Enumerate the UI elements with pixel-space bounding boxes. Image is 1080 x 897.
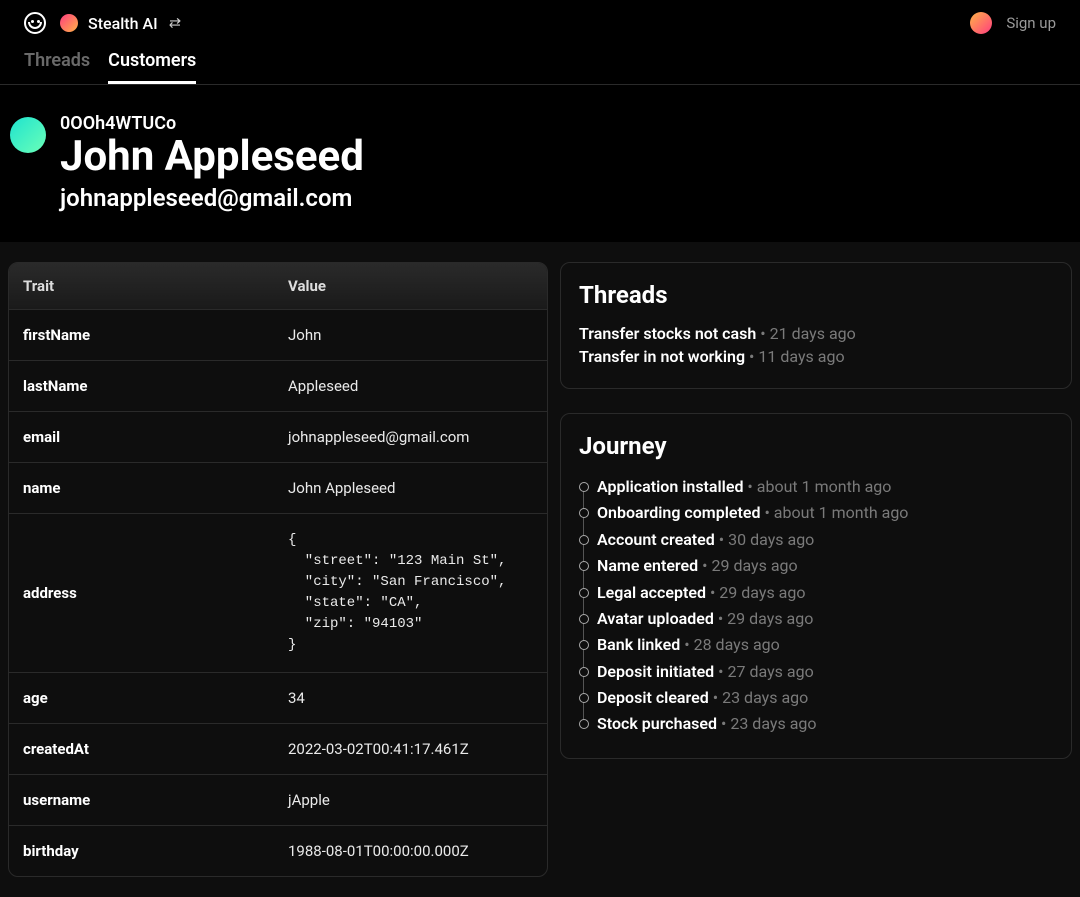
trait-row: createdAt2022-03-02T00:41:17.461Z — [9, 723, 547, 774]
journey-event-title: Account created — [597, 530, 715, 549]
right-column: Threads Transfer stocks not cash • 21 da… — [560, 262, 1072, 877]
trait-value: John — [274, 310, 547, 360]
trait-key: name — [9, 463, 274, 513]
trait-value: 2022-03-02T00:41:17.461Z — [274, 724, 547, 774]
main-section: Trait Value firstNameJohnlastNameApplese… — [0, 242, 1080, 897]
thread-meta: • 11 days ago — [745, 347, 845, 366]
topbar: Stealth AI ⇅ Sign up — [0, 0, 1080, 42]
journey-item: Stock purchased • 23 days ago — [597, 711, 1053, 737]
tab-threads[interactable]: Threads — [24, 50, 90, 84]
trait-key: email — [9, 412, 274, 462]
trait-value: John Appleseed — [274, 463, 547, 513]
threads-card-title: Threads — [579, 281, 1053, 309]
trait-value: jApple — [274, 775, 547, 825]
trait-key: age — [9, 673, 274, 723]
customer-header: 0OOh4WTUCo John Appleseed johnappleseed@… — [0, 85, 1080, 242]
journey-event-meta: • 29 days ago — [698, 556, 798, 575]
updown-arrows-icon: ⇅ — [165, 17, 181, 29]
customer-id: 0OOh4WTUCo — [60, 113, 364, 134]
journey-event-title: Bank linked — [597, 635, 680, 654]
journey-event-title: Name entered — [597, 556, 698, 575]
journey-event-meta: • 28 days ago — [680, 635, 780, 654]
traits-header-row: Trait Value — [9, 263, 547, 309]
journey-item: Account created • 30 days ago — [597, 527, 1053, 553]
journey-event-meta: • 29 days ago — [706, 583, 806, 602]
workspace-name: Stealth AI — [88, 14, 158, 33]
journey-item: Bank linked • 28 days ago — [597, 632, 1053, 658]
signup-link[interactable]: Sign up — [1006, 14, 1056, 32]
thread-title: Transfer stocks not cash — [579, 324, 756, 343]
trait-row: firstNameJohn — [9, 309, 547, 360]
journey-event-meta: • about 1 month ago — [743, 477, 891, 496]
journey-list: Application installed • about 1 month ag… — [579, 474, 1053, 738]
trait-value: 1988-08-01T00:00:00.000Z — [274, 826, 547, 876]
trait-value: Appleseed — [274, 361, 547, 411]
journey-item: Deposit cleared • 23 days ago — [597, 685, 1053, 711]
trait-row: emailjohnappleseed@gmail.com — [9, 411, 547, 462]
journey-card-title: Journey — [579, 432, 1053, 460]
threads-card: Threads Transfer stocks not cash • 21 da… — [560, 262, 1072, 389]
trait-key: firstName — [9, 310, 274, 360]
journey-event-meta: • 27 days ago — [714, 662, 814, 681]
journey-event-title: Legal accepted — [597, 583, 706, 602]
journey-item: Deposit initiated • 27 days ago — [597, 659, 1053, 685]
topbar-right: Sign up — [970, 12, 1056, 34]
traits-header-value: Value — [274, 263, 547, 309]
workspace-dot-icon — [60, 14, 78, 32]
customer-email: johnappleseed@gmail.com — [60, 184, 364, 212]
journey-item: Name entered • 29 days ago — [597, 553, 1053, 579]
thread-item[interactable]: Transfer stocks not cash • 21 days ago — [579, 323, 1053, 345]
trait-key: address — [9, 568, 274, 618]
trait-key: lastName — [9, 361, 274, 411]
trait-row: birthday1988-08-01T00:00:00.000Z — [9, 825, 547, 876]
journey-event-title: Avatar uploaded — [597, 609, 714, 628]
traits-table: Trait Value firstNameJohnlastNameApplese… — [8, 262, 548, 877]
user-avatar-icon[interactable] — [970, 12, 992, 34]
trait-key: createdAt — [9, 724, 274, 774]
journey-item: Application installed • about 1 month ag… — [597, 474, 1053, 500]
journey-event-meta: • about 1 month ago — [760, 503, 908, 522]
journey-event-title: Deposit initiated — [597, 662, 714, 681]
thread-title: Transfer in not working — [579, 347, 745, 366]
journey-item: Legal accepted • 29 days ago — [597, 580, 1053, 606]
customer-avatar — [10, 117, 46, 153]
thread-item[interactable]: Transfer in not working • 11 days ago — [579, 346, 1053, 368]
topbar-left: Stealth AI ⇅ — [24, 12, 179, 34]
thread-meta: • 21 days ago — [756, 324, 856, 343]
trait-row: nameJohn Appleseed — [9, 462, 547, 513]
journey-event-meta: • 30 days ago — [715, 530, 815, 549]
customer-name: John Appleseed — [60, 134, 364, 180]
journey-event-title: Deposit cleared — [597, 688, 709, 707]
trait-value: { "street": "123 Main St", "city": "San … — [274, 514, 547, 672]
journey-item: Avatar uploaded • 29 days ago — [597, 606, 1053, 632]
journey-event-title: Onboarding completed — [597, 503, 760, 522]
trait-row: age34 — [9, 672, 547, 723]
journey-event-meta: • 23 days ago — [717, 714, 817, 733]
journey-event-meta: • 23 days ago — [709, 688, 809, 707]
smiley-logo-icon[interactable] — [24, 12, 46, 34]
trait-row: address{ "street": "123 Main St", "city"… — [9, 513, 547, 672]
trait-row: lastNameAppleseed — [9, 360, 547, 411]
journey-event-title: Application installed — [597, 477, 743, 496]
tab-customers[interactable]: Customers — [108, 50, 196, 84]
trait-value: johnappleseed@gmail.com — [274, 412, 547, 462]
trait-key: birthday — [9, 826, 274, 876]
trait-row: usernamejApple — [9, 774, 547, 825]
nav-tabs: Threads Customers — [0, 42, 1080, 85]
trait-key: username — [9, 775, 274, 825]
journey-card: Journey Application installed • about 1 … — [560, 413, 1072, 759]
traits-header-trait: Trait — [9, 263, 274, 309]
journey-item: Onboarding completed • about 1 month ago — [597, 500, 1053, 526]
workspace-switcher[interactable]: Stealth AI ⇅ — [60, 14, 179, 33]
trait-value: 34 — [274, 673, 547, 723]
journey-event-title: Stock purchased — [597, 714, 717, 733]
journey-event-meta: • 29 days ago — [714, 609, 814, 628]
